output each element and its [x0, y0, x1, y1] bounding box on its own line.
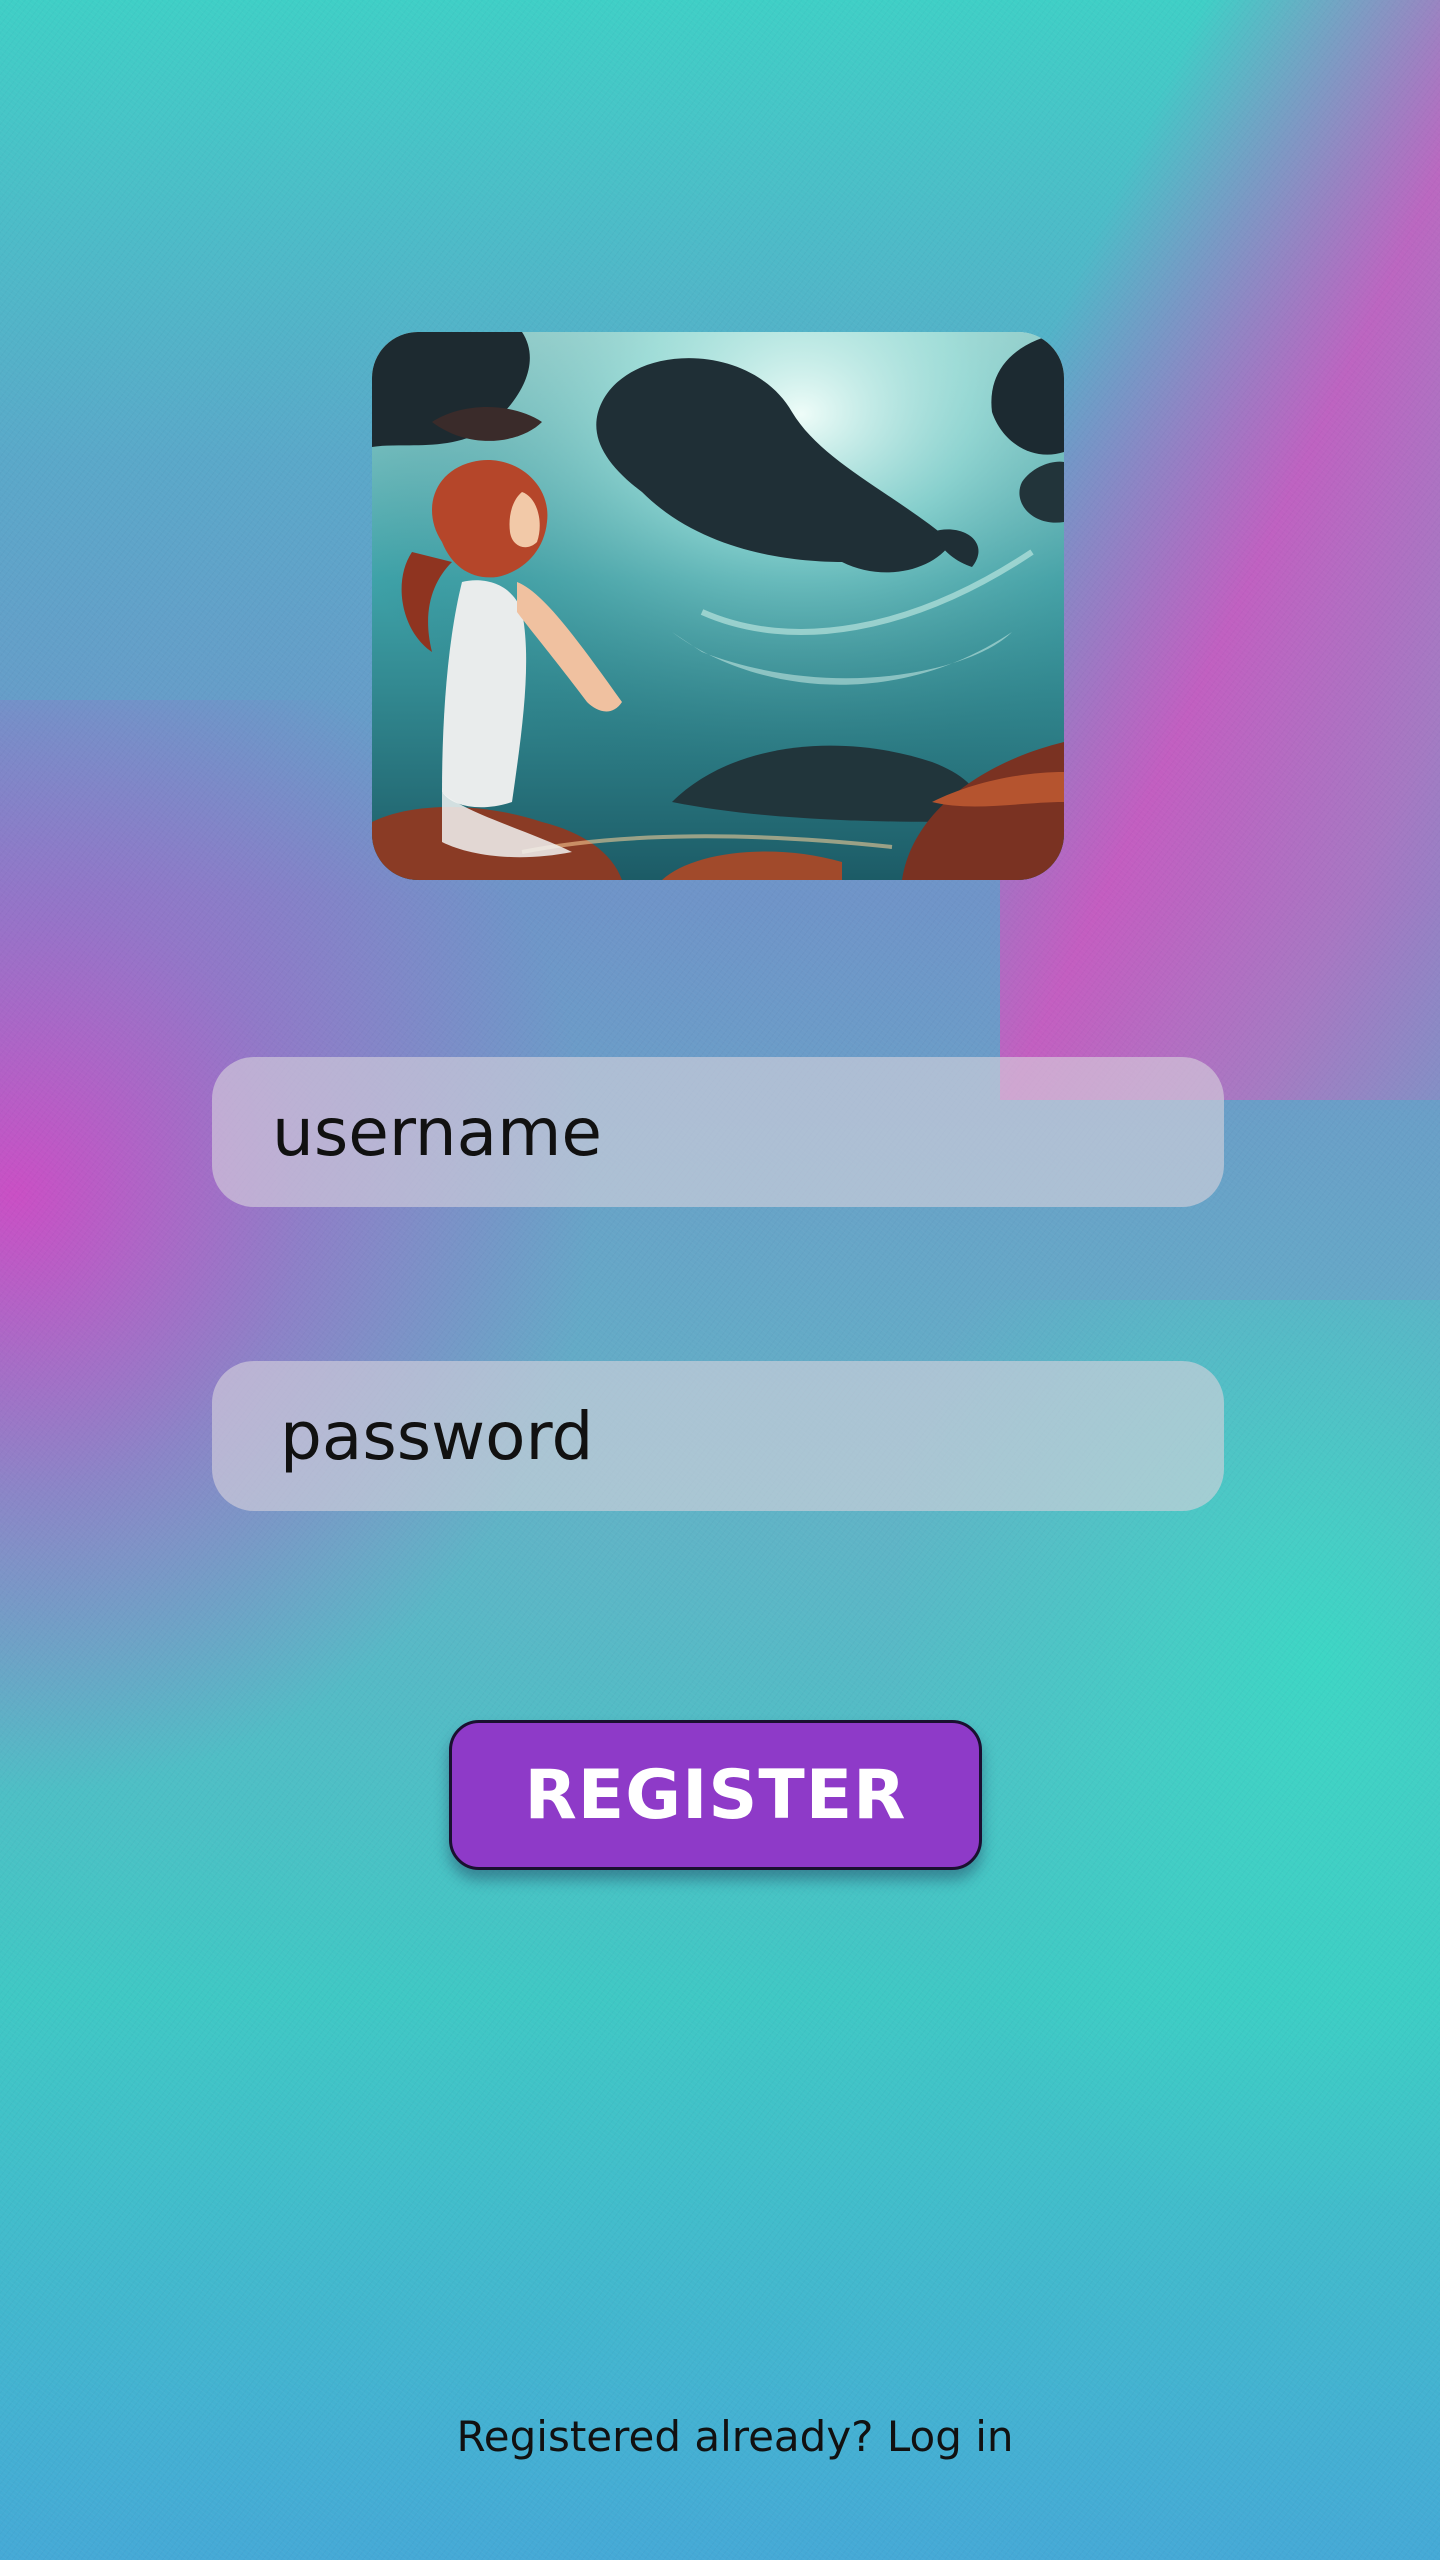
password-input[interactable] [280, 1397, 1224, 1475]
login-prompt: Registered already? Log in [0, 2412, 1440, 2461]
hero-illustration [372, 332, 1064, 880]
hero-image [372, 332, 1064, 880]
username-input[interactable] [272, 1093, 1224, 1171]
login-prompt-text: Registered already? [456, 2412, 874, 2461]
register-button[interactable]: REGISTER [449, 1720, 982, 1870]
login-link[interactable]: Log in [887, 2412, 1014, 2461]
username-field[interactable] [212, 1057, 1224, 1207]
password-field[interactable] [212, 1361, 1224, 1511]
